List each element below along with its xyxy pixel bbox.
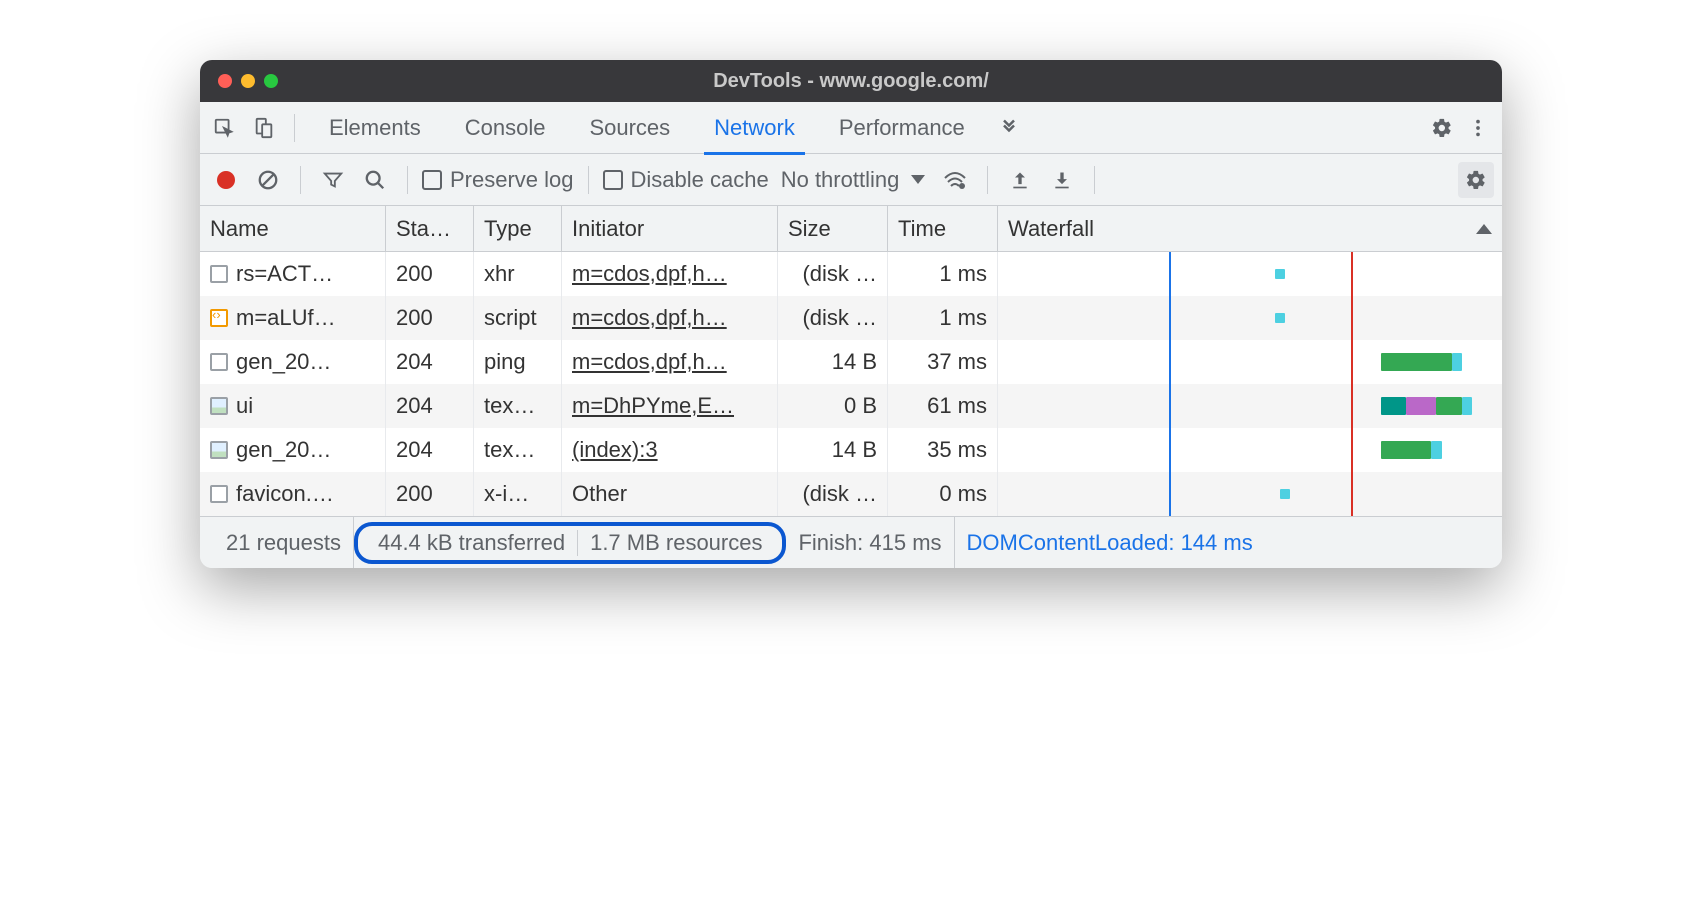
cell-name: ui <box>236 393 253 419</box>
tab-console[interactable]: Console <box>443 102 568 154</box>
summary-requests: 21 requests <box>214 517 354 568</box>
col-name[interactable]: Name <box>200 206 386 251</box>
table-row[interactable]: gen_20… 204pingm=cdos,dpf,h…14 B37 ms <box>200 340 1502 384</box>
table-row[interactable]: gen_20… 204tex…(index):314 B35 ms <box>200 428 1502 472</box>
col-waterfall[interactable]: Waterfall <box>998 206 1502 251</box>
cell-initiator[interactable]: Other <box>562 472 778 516</box>
cell-size: (disk … <box>778 472 888 516</box>
table-header: Name Sta… Type Initiator Size Time Water… <box>200 206 1502 252</box>
cell-type: xhr <box>474 252 562 296</box>
cell-name: gen_20… <box>236 349 331 375</box>
window-title: DevTools - www.google.com/ <box>200 70 1502 93</box>
summary-transferred: 44.4 kB transferred <box>366 530 578 556</box>
download-har-icon[interactable] <box>1044 162 1080 198</box>
cell-time: 37 ms <box>888 340 998 384</box>
col-time[interactable]: Time <box>888 206 998 251</box>
summary-highlight: 44.4 kB transferred 1.7 MB resources <box>354 522 787 564</box>
file-type-icon <box>210 309 228 327</box>
cell-waterfall <box>998 384 1502 428</box>
table-row[interactable]: favicon.… 200x-i…Other(disk …0 ms <box>200 472 1502 516</box>
cell-name: rs=ACT… <box>236 261 333 287</box>
tab-performance[interactable]: Performance <box>817 102 987 154</box>
cell-initiator[interactable]: m=cdos,dpf,h… <box>562 252 778 296</box>
cell-waterfall <box>998 340 1502 384</box>
cell-waterfall <box>998 296 1502 340</box>
search-icon[interactable] <box>357 162 393 198</box>
cell-type: script <box>474 296 562 340</box>
main-tabs: ElementsConsoleSourcesNetworkPerformance <box>200 102 1502 154</box>
tab-network[interactable]: Network <box>692 102 817 154</box>
kebab-menu-icon[interactable] <box>1460 110 1496 146</box>
tab-sources[interactable]: Sources <box>567 102 692 154</box>
disable-cache-checkbox[interactable]: Disable cache <box>603 167 769 193</box>
cell-status: 200 <box>386 252 474 296</box>
cell-time: 1 ms <box>888 252 998 296</box>
summary-resources: 1.7 MB resources <box>578 530 774 556</box>
cell-waterfall <box>998 252 1502 296</box>
record-button[interactable] <box>208 162 244 198</box>
network-conditions-icon[interactable] <box>937 162 973 198</box>
cell-initiator[interactable]: m=DhPYme,E… <box>562 384 778 428</box>
cell-initiator[interactable]: (index):3 <box>562 428 778 472</box>
inspect-element-icon[interactable] <box>206 110 242 146</box>
cell-type: tex… <box>474 384 562 428</box>
col-size[interactable]: Size <box>778 206 888 251</box>
file-type-icon <box>210 265 228 283</box>
file-type-icon <box>210 353 228 371</box>
cell-size: 0 B <box>778 384 888 428</box>
cell-size: (disk … <box>778 252 888 296</box>
cell-time: 1 ms <box>888 296 998 340</box>
cell-name: gen_20… <box>236 437 331 463</box>
cell-time: 0 ms <box>888 472 998 516</box>
devtools-window: DevTools - www.google.com/ ElementsConso… <box>200 60 1502 568</box>
cell-type: tex… <box>474 428 562 472</box>
cell-status: 200 <box>386 296 474 340</box>
file-type-icon <box>210 441 228 459</box>
cell-name: m=aLUf… <box>236 305 336 331</box>
col-status[interactable]: Sta… <box>386 206 474 251</box>
cell-type: ping <box>474 340 562 384</box>
sort-ascending-icon <box>1476 224 1492 234</box>
table-row[interactable]: rs=ACT… 200xhrm=cdos,dpf,h…(disk …1 ms <box>200 252 1502 296</box>
titlebar: DevTools - www.google.com/ <box>200 60 1502 102</box>
network-settings-icon[interactable] <box>1458 162 1494 198</box>
cell-size: (disk … <box>778 296 888 340</box>
network-toolbar: Preserve log Disable cache No throttling <box>200 154 1502 206</box>
file-type-icon <box>210 397 228 415</box>
cell-status: 204 <box>386 384 474 428</box>
preserve-log-checkbox[interactable]: Preserve log <box>422 167 574 193</box>
table-row[interactable]: ui 204tex…m=DhPYme,E…0 B61 ms <box>200 384 1502 428</box>
cell-initiator[interactable]: m=cdos,dpf,h… <box>562 296 778 340</box>
cell-type: x-i… <box>474 472 562 516</box>
throttling-select[interactable]: No throttling <box>775 167 932 193</box>
requests-table: Name Sta… Type Initiator Size Time Water… <box>200 206 1502 516</box>
tab-elements[interactable]: Elements <box>307 102 443 154</box>
settings-icon[interactable] <box>1424 110 1460 146</box>
upload-har-icon[interactable] <box>1002 162 1038 198</box>
table-row[interactable]: m=aLUf… 200scriptm=cdos,dpf,h…(disk …1 ms <box>200 296 1502 340</box>
cell-status: 204 <box>386 340 474 384</box>
cell-time: 35 ms <box>888 428 998 472</box>
cell-initiator[interactable]: m=cdos,dpf,h… <box>562 340 778 384</box>
summary-bar: 21 requests 44.4 kB transferred 1.7 MB r… <box>200 516 1502 568</box>
cell-status: 204 <box>386 428 474 472</box>
clear-button[interactable] <box>250 162 286 198</box>
file-type-icon <box>210 485 228 503</box>
cell-time: 61 ms <box>888 384 998 428</box>
more-tabs-icon[interactable] <box>991 110 1027 146</box>
col-type[interactable]: Type <box>474 206 562 251</box>
cell-waterfall <box>998 472 1502 516</box>
summary-domcontentloaded: DOMContentLoaded: 144 ms <box>955 517 1265 568</box>
cell-size: 14 B <box>778 428 888 472</box>
cell-waterfall <box>998 428 1502 472</box>
cell-size: 14 B <box>778 340 888 384</box>
col-initiator[interactable]: Initiator <box>562 206 778 251</box>
summary-finish: Finish: 415 ms <box>786 517 954 568</box>
chevron-down-icon <box>911 175 925 184</box>
cell-status: 200 <box>386 472 474 516</box>
cell-name: favicon.… <box>236 481 334 507</box>
device-toolbar-icon[interactable] <box>246 110 282 146</box>
filter-icon[interactable] <box>315 162 351 198</box>
